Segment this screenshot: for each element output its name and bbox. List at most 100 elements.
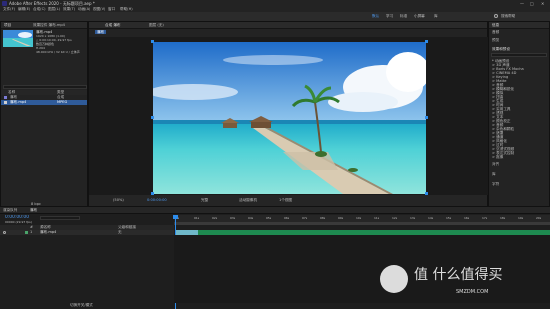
tab-comp-timeline[interactable]: 瀑布 <box>30 208 37 212</box>
menu-help[interactable]: 帮助(H) <box>120 7 133 11</box>
table-row[interactable]: 1 瀑布.mp4 无 <box>0 230 174 235</box>
timeline-tab-header: 渲染队列 瀑布 <box>0 207 550 214</box>
section-preview[interactable]: 预览 <box>492 38 499 42</box>
item-type: MPEG <box>57 100 68 104</box>
ruler-tick: 16s <box>464 216 470 220</box>
minimize-button[interactable]: — <box>520 1 524 6</box>
timecode-display[interactable]: 0:00:00:00 <box>147 198 167 202</box>
layer-parent-dropdown[interactable]: 无 <box>118 230 122 234</box>
column-parent[interactable]: 父级和链接 <box>118 225 136 229</box>
workspace-library[interactable]: 库 <box>434 14 438 18</box>
section-effects[interactable]: 效果和预设 <box>492 47 510 51</box>
viewer-controls: (50%) 0:00:00:00 完整 活动摄像机 1个视图 <box>89 195 487 206</box>
tab-render-queue[interactable]: 渲染队列 <box>3 208 17 212</box>
composition-frame[interactable] <box>153 42 426 194</box>
column-index: # <box>30 225 34 229</box>
ruler-tick: 04s <box>248 216 254 220</box>
toggle-switches-mode[interactable]: 切换开关/模式 <box>70 303 93 307</box>
playhead-handle[interactable] <box>173 215 178 219</box>
menu-effect[interactable]: 效果(T) <box>63 7 75 11</box>
window-title: Adobe After Effects 2020 - 无标题项目.aep * <box>9 1 95 6</box>
ruler-tick: 17s <box>482 216 488 220</box>
workspace-learn[interactable]: 学习 <box>386 14 393 18</box>
column-source-name[interactable]: 源名称 <box>40 225 51 229</box>
bpc-label[interactable]: 8 bpc <box>31 202 41 206</box>
ruler-tick: 14s <box>428 216 434 220</box>
ruler-tick: 13s <box>410 216 416 220</box>
workspace-small[interactable]: 小屏幕 <box>414 14 425 18</box>
tab-project[interactable]: 项目 <box>4 23 11 27</box>
asset-thumbnail <box>3 30 33 47</box>
list-item[interactable]: > 抠像 <box>492 155 548 159</box>
views-dropdown[interactable]: 1个视图 <box>279 198 292 202</box>
time-ruler[interactable]: 0s 01s 02s 03s 04s 05s 06s 07s 08s 09s 1… <box>174 215 550 222</box>
menu-file[interactable]: 文件(F) <box>3 7 15 11</box>
edge-handle-right[interactable] <box>425 116 428 119</box>
search-icon[interactable] <box>494 14 498 18</box>
maximize-button[interactable]: □ <box>530 1 534 6</box>
project-panel: 项目 效果控件 瀑布.mp4 瀑布.mp4 1920 x 1080 (1.00)… <box>0 21 88 207</box>
menu-layer[interactable]: 图层(L) <box>48 7 60 11</box>
corner-handle-tl[interactable] <box>151 40 154 43</box>
item-type: 合成 <box>57 95 65 99</box>
project-search-input[interactable] <box>3 85 87 89</box>
asset-meta-5: 48.000 kHz / 32 bit U / 立体声 <box>36 50 80 54</box>
ruler-tick: 18s <box>500 216 506 220</box>
layer-name[interactable]: 瀑布.mp4 <box>40 230 56 234</box>
section-character[interactable]: 字符 <box>492 182 499 186</box>
ruler-tick: 20s <box>536 216 542 220</box>
ruler-tick: 09s <box>338 216 344 220</box>
edge-handle-left[interactable] <box>151 116 154 119</box>
close-button[interactable]: ✕ <box>541 1 544 6</box>
watermark-logo-icon <box>380 265 408 293</box>
layer-label-color[interactable] <box>25 231 28 234</box>
help-search-input[interactable]: 搜索帮助 <box>501 14 515 18</box>
workspace-standard[interactable]: 标准 <box>400 14 407 18</box>
ruler-tick: 12s <box>392 216 398 220</box>
tab-effect-controls[interactable]: 效果控件 瀑布.mp4 <box>33 23 65 27</box>
resolution-dropdown[interactable]: 完整 <box>201 198 208 202</box>
title-bar: Adobe After Effects 2020 - 无标题项目.aep * —… <box>0 0 550 7</box>
info-tab-header: 信息 <box>489 22 549 29</box>
watermark: 值 什么值得买 SMZDM.COM <box>378 263 548 303</box>
list-item[interactable]: 瀑布.mp4 MPEG <box>1 100 87 105</box>
work-area-bar[interactable] <box>174 222 550 225</box>
footage-icon <box>4 101 7 104</box>
corner-handle-tr[interactable] <box>425 40 428 43</box>
visibility-icon[interactable] <box>3 231 6 234</box>
column-type[interactable]: 类型 <box>57 90 64 94</box>
watermark-text: 值 什么值得买 <box>414 267 503 283</box>
ruler-tick: 11s <box>374 216 380 220</box>
tab-layer[interactable]: 图层 (无) <box>149 23 164 27</box>
tab-composition[interactable]: 合成 瀑布 <box>105 23 121 27</box>
menu-animation[interactable]: 动画(A) <box>78 7 90 11</box>
column-name[interactable]: 名称 <box>8 90 15 94</box>
app-icon <box>2 1 7 6</box>
menu-edit[interactable]: 编辑(E) <box>18 7 30 11</box>
breadcrumb[interactable]: 瀑布 <box>95 30 107 34</box>
right-panel: 信息 音频 预览 效果和预设 * 动画预设 > 3D 声道 > Boris FX… <box>488 21 550 207</box>
zoom-dropdown[interactable]: (50%) <box>113 198 124 202</box>
layer-index: 1 <box>30 230 33 234</box>
section-align[interactable]: 对齐 <box>492 162 499 166</box>
workspace-default[interactable]: 默认 <box>372 14 379 18</box>
section-audio[interactable]: 音频 <box>492 30 499 34</box>
ruler-tick: 05s <box>266 216 272 220</box>
tab-info[interactable]: 信息 <box>492 23 499 27</box>
section-library[interactable]: 库 <box>492 172 496 176</box>
camera-dropdown[interactable]: 活动摄像机 <box>239 198 257 202</box>
effects-search-input[interactable] <box>491 53 547 57</box>
viewer-canvas[interactable] <box>89 37 489 195</box>
ruler-tick: 01s <box>194 216 200 220</box>
timeline-search-input[interactable] <box>40 216 80 220</box>
effects-list: * 动画预设 > 3D 声道 > Boris FX Mocha > CINEMA… <box>492 59 548 159</box>
project-tab-header: 项目 效果控件 瀑布.mp4 <box>1 22 87 29</box>
ruler-tick: 03s <box>230 216 236 220</box>
ruler-tick: 15s <box>446 216 452 220</box>
ruler-tick: 06s <box>284 216 290 220</box>
timeline-fps: 00000 (29.97 fps) <box>5 220 32 224</box>
menu-window[interactable]: 窗口 <box>108 7 115 11</box>
ruler-tick: 10s <box>356 216 362 220</box>
menu-view[interactable]: 视图(V) <box>93 7 105 11</box>
menu-composition[interactable]: 合成(C) <box>33 7 46 11</box>
